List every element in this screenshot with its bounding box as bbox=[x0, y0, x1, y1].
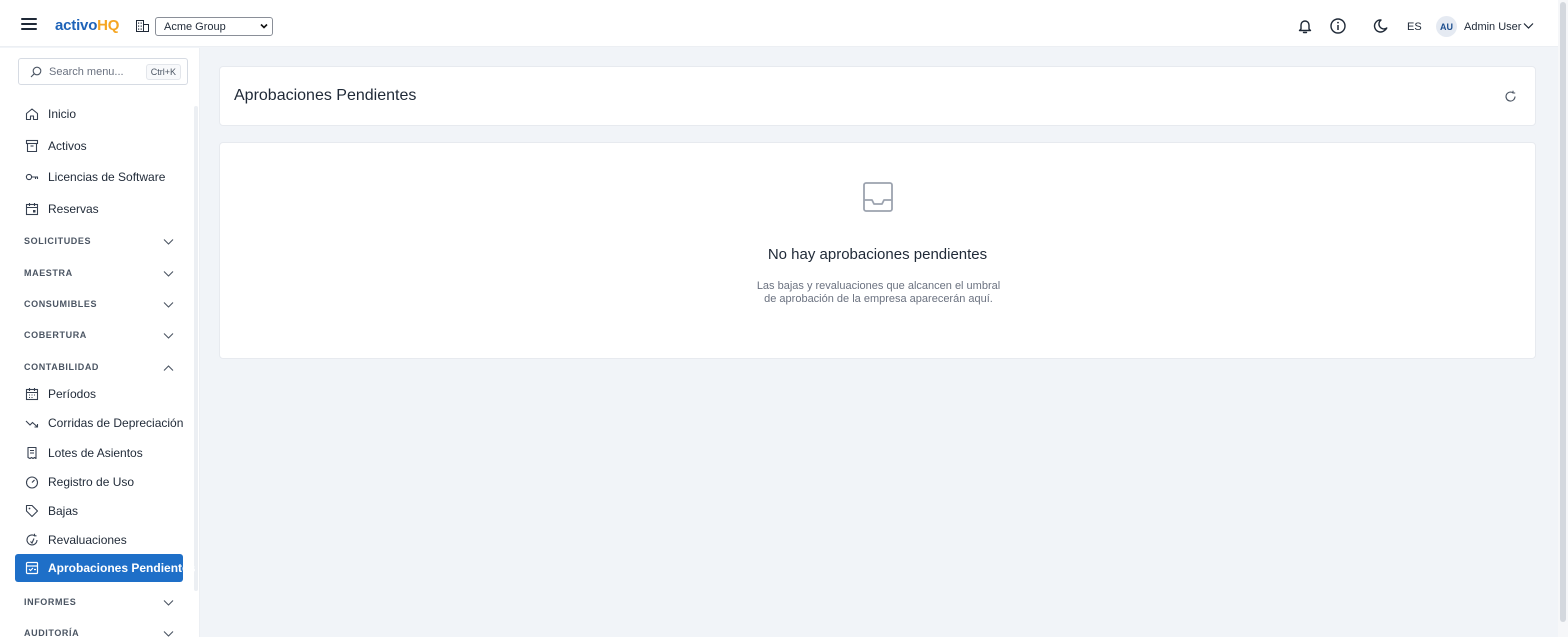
sidebar-item-aprobaciones-pendientes[interactable]: Aprobaciones Pendientes bbox=[15, 554, 195, 582]
approval-icon bbox=[25, 561, 39, 575]
sidebar-item-label: Revaluaciones bbox=[48, 533, 127, 547]
search-icon bbox=[30, 66, 42, 78]
sidebar-item-inicio[interactable]: Inicio bbox=[15, 100, 183, 128]
sidebar-item-corridas-depreciacion[interactable]: Corridas de Depreciación bbox=[15, 409, 183, 437]
scrollbar-thumb[interactable] bbox=[1560, 2, 1566, 622]
search-input[interactable]: Search menu... Ctrl+K bbox=[18, 58, 188, 85]
app-logo[interactable]: activoHQ bbox=[55, 17, 119, 34]
section-label: COBERTURA bbox=[24, 330, 87, 340]
page-header-card: Aprobaciones Pendientes bbox=[219, 66, 1536, 126]
empty-state-description: Las bajas y revaluaciones que alcancen e… bbox=[750, 280, 1007, 306]
page-title: Aprobaciones Pendientes bbox=[234, 87, 417, 104]
chevron-down-icon bbox=[163, 271, 174, 277]
sidebar-item-label: Reservas bbox=[48, 202, 99, 216]
search-placeholder: Search menu... bbox=[49, 66, 124, 78]
chevron-down-icon bbox=[163, 302, 174, 308]
building-icon bbox=[136, 20, 149, 32]
home-icon bbox=[25, 108, 39, 121]
section-label: CONTABILIDAD bbox=[24, 362, 100, 372]
chevron-down-icon bbox=[163, 333, 174, 339]
receipt-icon bbox=[27, 446, 37, 460]
empty-state-card: No hay aprobaciones pendientes Las bajas… bbox=[219, 142, 1536, 359]
calendar-icon bbox=[25, 203, 39, 216]
empty-state-description-line-2: de aprobación de la empresa aparecerán a… bbox=[764, 293, 993, 305]
trending-down-icon bbox=[25, 420, 39, 428]
sidebar-item-reservas[interactable]: Reservas bbox=[15, 195, 183, 223]
sidebar-item-licencias[interactable]: Licencias de Software bbox=[15, 163, 183, 191]
organization-select-value: Acme Group bbox=[164, 20, 226, 33]
menu-icon[interactable] bbox=[21, 18, 37, 30]
section-solicitudes[interactable]: SOLICITUDES bbox=[24, 233, 174, 253]
chevron-down-icon bbox=[163, 239, 174, 245]
refresh-icon[interactable] bbox=[1504, 90, 1517, 103]
section-contabilidad[interactable]: CONTABILIDAD bbox=[24, 359, 174, 379]
empty-state-title: No hay aprobaciones pendientes bbox=[767, 246, 988, 263]
moon-icon[interactable] bbox=[1372, 17, 1390, 35]
chevron-up-icon bbox=[163, 365, 174, 371]
sidebar: Search menu... Ctrl+K Inicio Activos Lic… bbox=[0, 48, 200, 637]
key-icon bbox=[25, 173, 39, 181]
logo-part-2: HQ bbox=[97, 17, 120, 34]
sidebar-item-lotes-asientos[interactable]: Lotes de Asientos bbox=[15, 439, 183, 467]
sidebar-item-label: Lotes de Asientos bbox=[48, 446, 143, 460]
bell-icon[interactable] bbox=[1296, 17, 1314, 35]
chevron-down-icon bbox=[260, 23, 268, 29]
section-label: CONSUMIBLES bbox=[24, 299, 98, 309]
section-informes[interactable]: INFORMES bbox=[24, 594, 174, 614]
empty-state-description-line-1: Las bajas y revaluaciones que alcancen e… bbox=[756, 280, 1001, 292]
sidebar-item-label: Activos bbox=[48, 139, 87, 153]
sidebar-item-activos[interactable]: Activos bbox=[15, 132, 183, 160]
sidebar-item-label: Corridas de Depreciación bbox=[48, 416, 184, 430]
logo-part-1: activo bbox=[55, 17, 98, 34]
top-header: activoHQ Acme Group ES AU Admin User bbox=[0, 0, 1558, 47]
sidebar-scrollbar[interactable] bbox=[194, 106, 198, 591]
tag-icon bbox=[25, 504, 39, 518]
calendar-grid-icon bbox=[25, 388, 39, 401]
refresh-dollar-icon bbox=[26, 533, 38, 546]
sidebar-item-label: Bajas bbox=[48, 504, 79, 518]
info-icon[interactable] bbox=[1329, 17, 1347, 35]
sidebar-item-label: Registro de Uso bbox=[48, 475, 135, 489]
sidebar-item-label: Aprobaciones Pendientes bbox=[48, 561, 196, 575]
chevron-down-icon bbox=[163, 631, 174, 637]
section-label: AUDITORÍA bbox=[24, 628, 80, 637]
archive-icon bbox=[25, 139, 39, 153]
sidebar-item-periodos[interactable]: Períodos bbox=[15, 380, 183, 408]
chevron-down-icon bbox=[163, 600, 174, 606]
section-cobertura[interactable]: COBERTURA bbox=[24, 327, 174, 347]
organization-select[interactable]: Acme Group bbox=[155, 17, 273, 36]
inbox-icon bbox=[863, 182, 893, 212]
section-label: INFORMES bbox=[24, 597, 77, 607]
sidebar-item-revaluaciones[interactable]: Revaluaciones bbox=[15, 526, 183, 554]
sidebar-item-registro-uso[interactable]: Registro de Uso bbox=[15, 468, 183, 496]
section-label: MAESTRA bbox=[24, 268, 73, 278]
section-maestra[interactable]: MAESTRA bbox=[24, 265, 174, 285]
section-consumibles[interactable]: CONSUMIBLES bbox=[24, 296, 174, 316]
user-name[interactable]: Admin User bbox=[1464, 21, 1521, 33]
section-auditoria[interactable]: AUDITORÍA bbox=[24, 625, 174, 637]
page-scrollbar[interactable] bbox=[1558, 0, 1568, 637]
language-switch[interactable]: ES bbox=[1407, 21, 1422, 33]
sidebar-item-label: Licencias de Software bbox=[48, 170, 166, 184]
sidebar-item-label: Períodos bbox=[48, 387, 97, 401]
section-label: SOLICITUDES bbox=[24, 236, 92, 246]
gauge-icon bbox=[25, 476, 39, 489]
sidebar-item-label: Inicio bbox=[48, 107, 77, 121]
avatar[interactable]: AU bbox=[1436, 16, 1457, 37]
sidebar-item-bajas[interactable]: Bajas bbox=[15, 497, 183, 525]
keyboard-shortcut-badge: Ctrl+K bbox=[145, 64, 181, 80]
chevron-down-icon[interactable] bbox=[1523, 22, 1534, 30]
